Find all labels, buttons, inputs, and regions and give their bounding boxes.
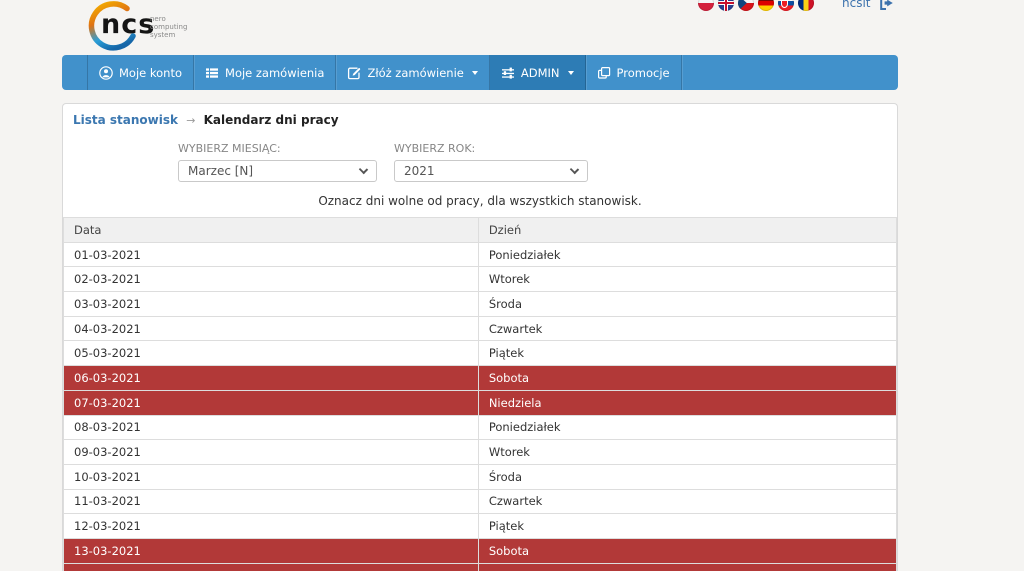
sliders-icon — [501, 66, 515, 80]
chevron-down-icon — [359, 164, 368, 173]
day-cell: Piątek — [478, 514, 896, 539]
logo-text: ncs — [101, 9, 155, 40]
top-header: ncs nero computing system ncsit — [0, 0, 1024, 55]
copy-icon — [597, 66, 611, 80]
table-row[interactable]: 03-03-2021 Środa — [64, 292, 897, 317]
poland-flag[interactable] — [698, 0, 714, 11]
user-icon — [99, 66, 113, 80]
nav-item-label: Złóż zamówienie — [367, 66, 463, 80]
table-row[interactable]: 02-03-2021 Wtorek — [64, 267, 897, 292]
date-cell: 10-03-2021 — [64, 464, 479, 489]
list-icon — [205, 66, 219, 80]
day-cell: Sobota — [478, 366, 896, 391]
table-row[interactable]: 12-03-2021 Piątek — [64, 514, 897, 539]
czech-flag[interactable] — [738, 0, 754, 11]
month-select-value: Marzec [N] — [188, 164, 253, 178]
nav-item-moje-zamowienia[interactable]: Moje zamówienia — [194, 55, 336, 90]
year-field-group: WYBIERZ ROK: 2021 — [394, 142, 588, 182]
date-cell: 13-03-2021 — [64, 538, 479, 563]
caret-down-icon — [568, 71, 574, 75]
table-row[interactable]: 11-03-2021 Czwartek — [64, 489, 897, 514]
year-label: WYBIERZ ROK: — [394, 142, 588, 155]
chevron-down-icon — [570, 164, 579, 173]
date-cell: 06-03-2021 — [64, 366, 479, 391]
main-navbar: Moje konto Moje zamówienia Złóż zamówien… — [62, 55, 898, 90]
nav-item-label: Moje zamówienia — [225, 66, 324, 80]
edit-icon — [347, 66, 361, 80]
date-cell — [64, 563, 479, 571]
content-panel: Lista stanowisk → Kalendarz dni pracy WY… — [62, 103, 898, 571]
username-link[interactable]: ncsit — [842, 0, 871, 10]
germany-flag[interactable] — [758, 0, 774, 11]
day-cell: Środa — [478, 292, 896, 317]
breadcrumb: Lista stanowisk → Kalendarz dni pracy — [63, 104, 897, 127]
date-cell: 05-03-2021 — [64, 341, 479, 366]
table-row[interactable]: 07-03-2021 Niedziela — [64, 390, 897, 415]
column-header-dzien: Dzień — [478, 218, 896, 243]
nav-item-label: ADMIN — [521, 66, 560, 80]
table-row[interactable]: 09-03-2021 Wtorek — [64, 440, 897, 465]
table-row[interactable]: 05-03-2021 Piątek — [64, 341, 897, 366]
date-cell: 04-03-2021 — [64, 316, 479, 341]
nav-item-label: Promocje — [617, 66, 670, 80]
date-cell: 08-03-2021 — [64, 415, 479, 440]
date-cell: 12-03-2021 — [64, 514, 479, 539]
table-row[interactable]: 01-03-2021 Poniedziałek — [64, 242, 897, 267]
logo-tagline: nero computing system — [150, 15, 187, 39]
instruction-note: Oznacz dni wolne od pracy, dla wszystkic… — [63, 194, 897, 208]
month-select[interactable]: Marzec [N] — [178, 160, 377, 182]
day-cell — [478, 563, 896, 571]
nav-item-admin[interactable]: ADMIN — [490, 55, 586, 90]
calendar-filter-form: WYBIERZ MIESIĄC: Marzec [N] WYBIERZ ROK:… — [63, 142, 897, 182]
page-title: Kalendarz dni pracy — [204, 113, 339, 127]
language-user-bar: ncsit — [698, 0, 896, 11]
date-cell: 02-03-2021 — [64, 267, 479, 292]
table-header-row: Data Dzień — [64, 218, 897, 243]
nav-item-zloz-zamowienie[interactable]: Złóż zamówienie — [336, 55, 489, 90]
table-body: 01-03-2021 Poniedziałek 02-03-2021 Wtore… — [64, 242, 897, 571]
table-row[interactable]: 08-03-2021 Poniedziałek — [64, 415, 897, 440]
day-cell: Piątek — [478, 341, 896, 366]
nav-item-promocje[interactable]: Promocje — [586, 55, 682, 90]
column-header-data: Data — [64, 218, 479, 243]
table-row[interactable]: 04-03-2021 Czwartek — [64, 316, 897, 341]
year-select-value: 2021 — [404, 164, 435, 178]
nav-item-moje-konto[interactable]: Moje konto — [88, 55, 194, 90]
date-cell: 11-03-2021 — [64, 489, 479, 514]
day-cell: Czwartek — [478, 489, 896, 514]
table-row[interactable] — [64, 563, 897, 571]
month-label: WYBIERZ MIESIĄC: — [178, 142, 377, 155]
breadcrumb-separator: → — [182, 114, 199, 127]
nav-home-spacer — [62, 55, 88, 90]
uk-flag[interactable] — [718, 0, 734, 11]
romania-flag[interactable] — [798, 0, 814, 11]
table-row[interactable]: 06-03-2021 Sobota — [64, 366, 897, 391]
table-row[interactable]: 10-03-2021 Środa — [64, 464, 897, 489]
day-cell: Czwartek — [478, 316, 896, 341]
date-cell: 01-03-2021 — [64, 242, 479, 267]
year-select[interactable]: 2021 — [394, 160, 588, 182]
nav-item-label: Moje konto — [119, 66, 182, 80]
logout-icon[interactable] — [878, 0, 896, 11]
day-cell: Środa — [478, 464, 896, 489]
day-cell: Poniedziałek — [478, 242, 896, 267]
table-row[interactable]: 13-03-2021 Sobota — [64, 538, 897, 563]
breadcrumb-link-lista-stanowisk[interactable]: Lista stanowisk — [73, 113, 178, 127]
day-cell: Wtorek — [478, 440, 896, 465]
slovakia-flag[interactable] — [778, 0, 794, 11]
date-cell: 09-03-2021 — [64, 440, 479, 465]
day-cell: Wtorek — [478, 267, 896, 292]
month-field-group: WYBIERZ MIESIĄC: Marzec [N] — [178, 142, 377, 182]
date-cell: 07-03-2021 — [64, 390, 479, 415]
date-cell: 03-03-2021 — [64, 292, 479, 317]
day-cell: Niedziela — [478, 390, 896, 415]
day-cell: Sobota — [478, 538, 896, 563]
workday-calendar-table: Data Dzień 01-03-2021 Poniedziałek 02-03… — [63, 217, 897, 571]
ncs-logo[interactable]: ncs nero computing system — [88, 0, 248, 55]
day-cell: Poniedziałek — [478, 415, 896, 440]
caret-down-icon — [472, 71, 478, 75]
